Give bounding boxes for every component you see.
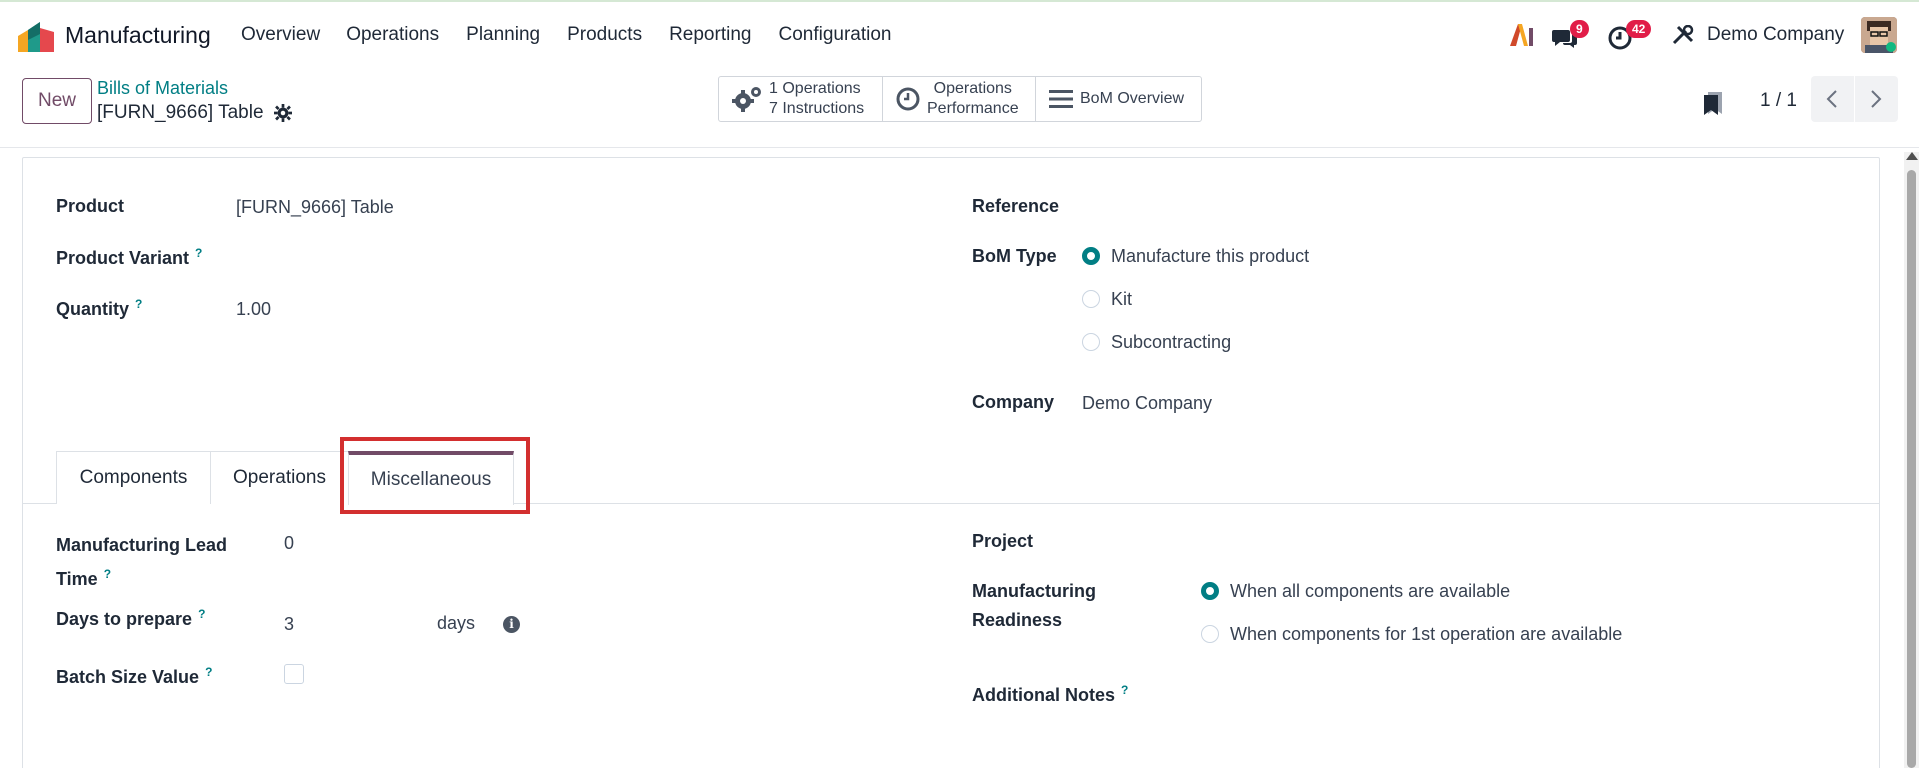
- lead-time-label-line1: Manufacturing Lead: [56, 535, 228, 555]
- info-icon[interactable]: i: [503, 616, 520, 633]
- bookmark-icon[interactable]: [1702, 90, 1724, 116]
- readiness-all-components-radio[interactable]: [1201, 582, 1219, 600]
- batch-size-checkbox[interactable]: [284, 664, 304, 684]
- performance-smart-button[interactable]: Operations Performance: [882, 76, 1036, 122]
- batch-size-label-text: Batch Size Value: [56, 667, 200, 687]
- readiness-all-components-label[interactable]: When all components are available: [1230, 581, 1510, 602]
- menu-overview[interactable]: Overview: [241, 24, 320, 46]
- readiness-first-operation-radio[interactable]: [1201, 625, 1219, 643]
- performance-line1: Operations: [933, 80, 1012, 97]
- reference-label: Reference: [972, 196, 1060, 216]
- project-label: Project: [972, 531, 1034, 551]
- pager-previous-button[interactable]: [1811, 76, 1854, 122]
- help-tooltip-icon[interactable]: ?: [198, 607, 205, 621]
- record-title: [FURN_9666] Table: [97, 102, 292, 124]
- readiness-first-operation-label[interactable]: When components for 1st operation are av…: [1230, 624, 1622, 645]
- bom-type-manufacture-label[interactable]: Manufacture this product: [1111, 246, 1309, 267]
- tab-miscellaneous[interactable]: Miscellaneous: [348, 451, 514, 505]
- manufacturing-app-icon[interactable]: [18, 22, 54, 52]
- project-field[interactable]: [1200, 531, 1840, 555]
- menu-configuration[interactable]: Configuration: [778, 24, 891, 46]
- help-tooltip-icon[interactable]: ?: [104, 567, 111, 581]
- company-field[interactable]: Demo Company: [1082, 393, 1212, 414]
- instructions-count: 7 Instructions: [769, 100, 865, 117]
- product-variant-label: Product Variant?: [56, 246, 202, 269]
- quantity-label-text: Quantity: [56, 299, 130, 319]
- new-button[interactable]: New: [22, 78, 92, 124]
- pager-value[interactable]: 1 / 1: [1760, 90, 1797, 112]
- messages-systray[interactable]: 9: [1552, 20, 1602, 52]
- bom-type-kit-label[interactable]: Kit: [1111, 289, 1132, 310]
- chevron-left-icon: [1826, 90, 1837, 108]
- user-avatar-icon: [1861, 17, 1897, 53]
- quantity-field[interactable]: 1.00: [236, 299, 271, 320]
- quantity-label: Quantity?: [56, 297, 142, 320]
- breadcrumb-bills-of-materials[interactable]: Bills of Materials: [97, 78, 228, 99]
- tab-components[interactable]: Components: [56, 451, 211, 504]
- bom-type-kit-radio[interactable]: [1082, 290, 1100, 308]
- record-name: [FURN_9666] Table: [97, 102, 264, 123]
- menu-planning[interactable]: Planning: [466, 24, 540, 46]
- app-name[interactable]: Manufacturing: [65, 22, 211, 49]
- days-to-prepare-label: Days to prepare?: [56, 607, 205, 630]
- help-tooltip-icon[interactable]: ?: [1121, 683, 1128, 697]
- bom-type-subcontracting-radio[interactable]: [1082, 333, 1100, 351]
- readiness-label-line1: Manufacturing: [972, 581, 1096, 601]
- lead-time-label-line2: Time: [56, 569, 98, 589]
- scroll-up-arrow-icon[interactable]: [1906, 152, 1918, 160]
- days-unit-label: days: [437, 613, 476, 633]
- bom-type-subcontracting-label[interactable]: Subcontracting: [1111, 332, 1231, 353]
- tools-icon[interactable]: [1672, 25, 1694, 47]
- clock-icon: [896, 87, 920, 111]
- days-to-prepare-label-text: Days to prepare: [56, 609, 193, 629]
- operations-count: 1 Operations: [769, 80, 861, 97]
- activities-badge: 42: [1626, 20, 1652, 38]
- pager-next-button[interactable]: [1855, 76, 1898, 122]
- additional-notes-label-text: Additional Notes: [972, 685, 1115, 705]
- menu-operations[interactable]: Operations: [346, 24, 439, 46]
- batch-size-label: Batch Size Value?: [56, 665, 212, 688]
- reference-field[interactable]: [1082, 196, 1842, 220]
- manufacturing-lead-time-field[interactable]: 0: [284, 533, 294, 554]
- product-variant-field[interactable]: [236, 246, 896, 270]
- bom-type-manufacture-radio[interactable]: [1082, 247, 1100, 265]
- activities-systray[interactable]: 42: [1608, 20, 1668, 52]
- messages-badge: 9: [1570, 20, 1589, 38]
- scrollbar-thumb[interactable]: [1907, 170, 1916, 768]
- chevron-right-icon: [1871, 90, 1882, 108]
- help-tooltip-icon[interactable]: ?: [135, 297, 142, 311]
- ai-icon[interactable]: [1510, 24, 1534, 46]
- help-tooltip-icon[interactable]: ?: [195, 246, 202, 260]
- top-navbar: Manufacturing Overview Operations Planni…: [0, 0, 1919, 68]
- company-label: Company: [972, 392, 1055, 412]
- help-tooltip-icon[interactable]: ?: [205, 665, 212, 679]
- main-menu: Overview Operations Planning Products Re…: [241, 24, 919, 46]
- product-label: Product: [56, 196, 125, 216]
- menu-reporting[interactable]: Reporting: [669, 24, 751, 46]
- user-avatar[interactable]: [1861, 17, 1897, 53]
- operations-smart-button[interactable]: 1 Operations 7 Instructions: [718, 76, 883, 122]
- bom-overview-smart-button[interactable]: BoM Overview: [1035, 76, 1202, 122]
- tab-operations[interactable]: Operations: [210, 451, 349, 504]
- additional-notes-label: Additional Notes?: [972, 683, 1128, 706]
- product-variant-label-text: Product Variant: [56, 248, 190, 268]
- bars-icon: [1049, 90, 1073, 108]
- menu-products[interactable]: Products: [567, 24, 642, 46]
- bom-overview-label: BoM Overview: [1080, 90, 1185, 107]
- company-switcher[interactable]: Demo Company: [1707, 24, 1844, 46]
- manufacturing-readiness-label: Manufacturing Readiness: [972, 577, 1096, 635]
- gear-icon[interactable]: [273, 104, 292, 122]
- performance-line2: Performance: [927, 100, 1019, 117]
- readiness-label-line2: Readiness: [972, 610, 1063, 630]
- days-to-prepare-field[interactable]: 3: [284, 614, 294, 635]
- cogs-icon: [732, 87, 761, 112]
- product-field[interactable]: [FURN_9666] Table: [236, 197, 394, 218]
- control-panel: New Bills of Materials [FURN_9666] Table…: [0, 68, 1919, 148]
- manufacturing-lead-time-label: Manufacturing Lead Time?: [56, 531, 227, 594]
- bom-type-label: BoM Type: [972, 246, 1057, 266]
